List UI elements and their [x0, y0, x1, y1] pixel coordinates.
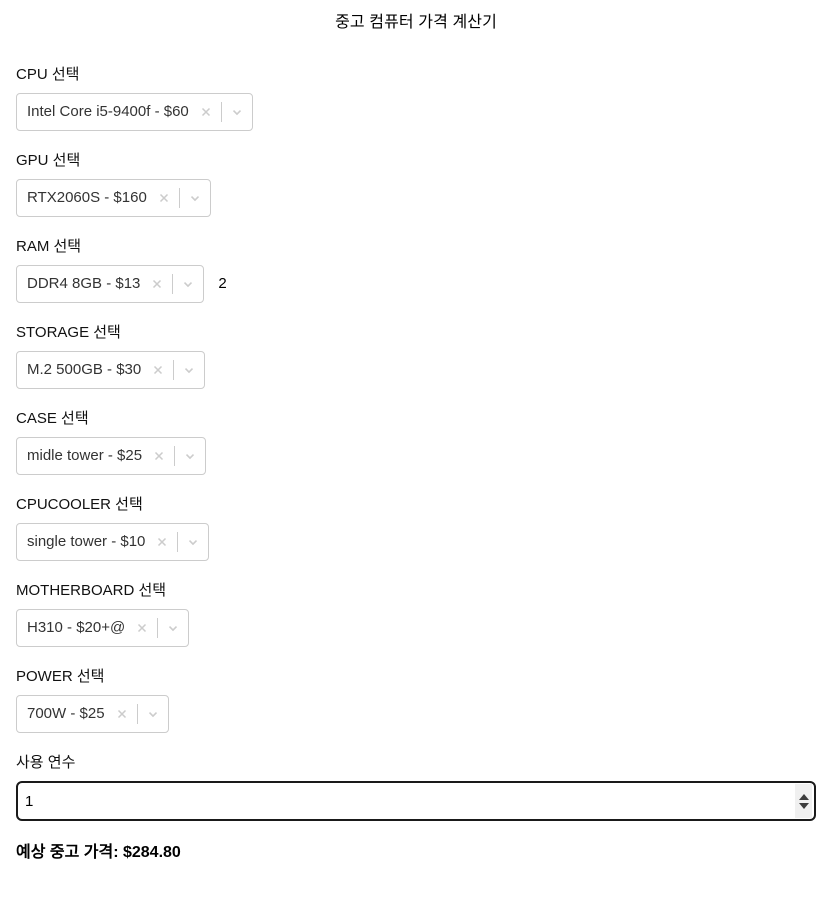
select-power-indicators	[107, 696, 168, 732]
select-power[interactable]: 700W - $25	[16, 695, 169, 733]
field-row-case: midle tower - $25	[16, 437, 816, 475]
select-gpu-value: RTX2060S - $160	[27, 189, 147, 206]
field-row-cpucooler: single tower - $10	[16, 523, 816, 561]
label-ram: RAM 선택	[16, 238, 82, 255]
field-motherboard: MOTHERBOARD 선택 H310 - $20+@	[16, 582, 816, 647]
select-cpu[interactable]: Intel Core i5-9400f - $60	[16, 93, 253, 131]
close-icon[interactable]	[143, 355, 173, 385]
field-years: 사용 연수	[16, 754, 816, 821]
chevron-down-icon[interactable]	[222, 97, 252, 127]
select-cpucooler-value: single tower - $10	[27, 533, 146, 550]
select-motherboard-indicators	[127, 610, 188, 646]
label-case: CASE 선택	[16, 410, 89, 427]
field-power: POWER 선택 700W - $25	[16, 668, 816, 733]
select-ram-indicators	[142, 266, 203, 302]
field-row-ram: DDR4 8GB - $13 2	[16, 265, 816, 303]
select-case-value: midle tower - $25	[27, 447, 143, 464]
select-power-value: 700W - $25	[27, 705, 105, 722]
close-icon[interactable]	[191, 97, 221, 127]
chevron-down-icon[interactable]	[180, 183, 210, 213]
close-icon[interactable]	[127, 613, 157, 643]
select-motherboard-value: H310 - $20+@	[27, 619, 126, 636]
select-cpucooler-indicators	[147, 524, 208, 560]
field-gpu: GPU 선택 RTX2060S - $160	[16, 152, 816, 217]
ram-quantity: 2	[218, 275, 227, 292]
label-cpu: CPU 선택	[16, 66, 80, 83]
field-row-gpu: RTX2060S - $160	[16, 179, 816, 217]
close-icon[interactable]	[147, 527, 177, 557]
label-gpu: GPU 선택	[16, 152, 81, 169]
number-spinner[interactable]	[795, 784, 812, 818]
select-gpu[interactable]: RTX2060S - $160	[16, 179, 211, 217]
select-storage-value: M.2 500GB - $30	[27, 361, 142, 378]
chevron-down-icon[interactable]	[178, 527, 208, 557]
field-case: CASE 선택 midle tower - $25	[16, 410, 816, 475]
label-storage: STORAGE 선택	[16, 324, 121, 341]
triangle-down-icon[interactable]	[798, 802, 809, 809]
label-years: 사용 연수	[16, 754, 76, 771]
select-storage-indicators	[143, 352, 204, 388]
price-calculator-page: 중고 컴퓨터 가격 계산기 CPU 선택 Intel Core i5-9400f…	[0, 0, 832, 862]
close-icon[interactable]	[142, 269, 172, 299]
close-icon[interactable]	[149, 183, 179, 213]
label-motherboard: MOTHERBOARD 선택	[16, 582, 167, 599]
close-icon[interactable]	[107, 699, 137, 729]
select-ram-value: DDR4 8GB - $13	[27, 275, 141, 292]
chevron-down-icon[interactable]	[158, 613, 188, 643]
select-cpu-indicators	[191, 94, 252, 130]
estimated-price: 예상 중고 가격: $284.80	[16, 844, 181, 861]
years-input-wrap	[16, 781, 816, 821]
select-case-indicators	[144, 438, 205, 474]
field-cpucooler: CPUCOOLER 선택 single tower - $10	[16, 496, 816, 561]
select-storage[interactable]: M.2 500GB - $30	[16, 351, 206, 389]
field-row-motherboard: H310 - $20+@	[16, 609, 816, 647]
label-power: POWER 선택	[16, 668, 105, 685]
calculator-form: CPU 선택 Intel Core i5-9400f - $60 GPU 선택 …	[0, 66, 832, 821]
close-icon[interactable]	[144, 441, 174, 471]
years-input[interactable]	[16, 781, 816, 821]
chevron-down-icon[interactable]	[175, 441, 205, 471]
select-ram[interactable]: DDR4 8GB - $13	[16, 265, 205, 303]
field-ram: RAM 선택 DDR4 8GB - $13 2	[16, 238, 816, 303]
label-cpucooler: CPUCOOLER 선택	[16, 496, 143, 513]
select-cpucooler[interactable]: single tower - $10	[16, 523, 210, 561]
field-row-power: 700W - $25	[16, 695, 816, 733]
select-cpu-value: Intel Core i5-9400f - $60	[27, 103, 189, 120]
field-cpu: CPU 선택 Intel Core i5-9400f - $60	[16, 66, 816, 131]
triangle-up-icon[interactable]	[798, 793, 809, 800]
field-row-cpu: Intel Core i5-9400f - $60	[16, 93, 816, 131]
select-gpu-indicators	[149, 180, 210, 216]
field-row-storage: M.2 500GB - $30	[16, 351, 816, 389]
select-motherboard[interactable]: H310 - $20+@	[16, 609, 190, 647]
chevron-down-icon[interactable]	[173, 269, 203, 299]
field-storage: STORAGE 선택 M.2 500GB - $30	[16, 324, 816, 389]
chevron-down-icon[interactable]	[138, 699, 168, 729]
page-title: 중고 컴퓨터 가격 계산기	[335, 14, 497, 31]
select-case[interactable]: midle tower - $25	[16, 437, 207, 475]
chevron-down-icon[interactable]	[174, 355, 204, 385]
